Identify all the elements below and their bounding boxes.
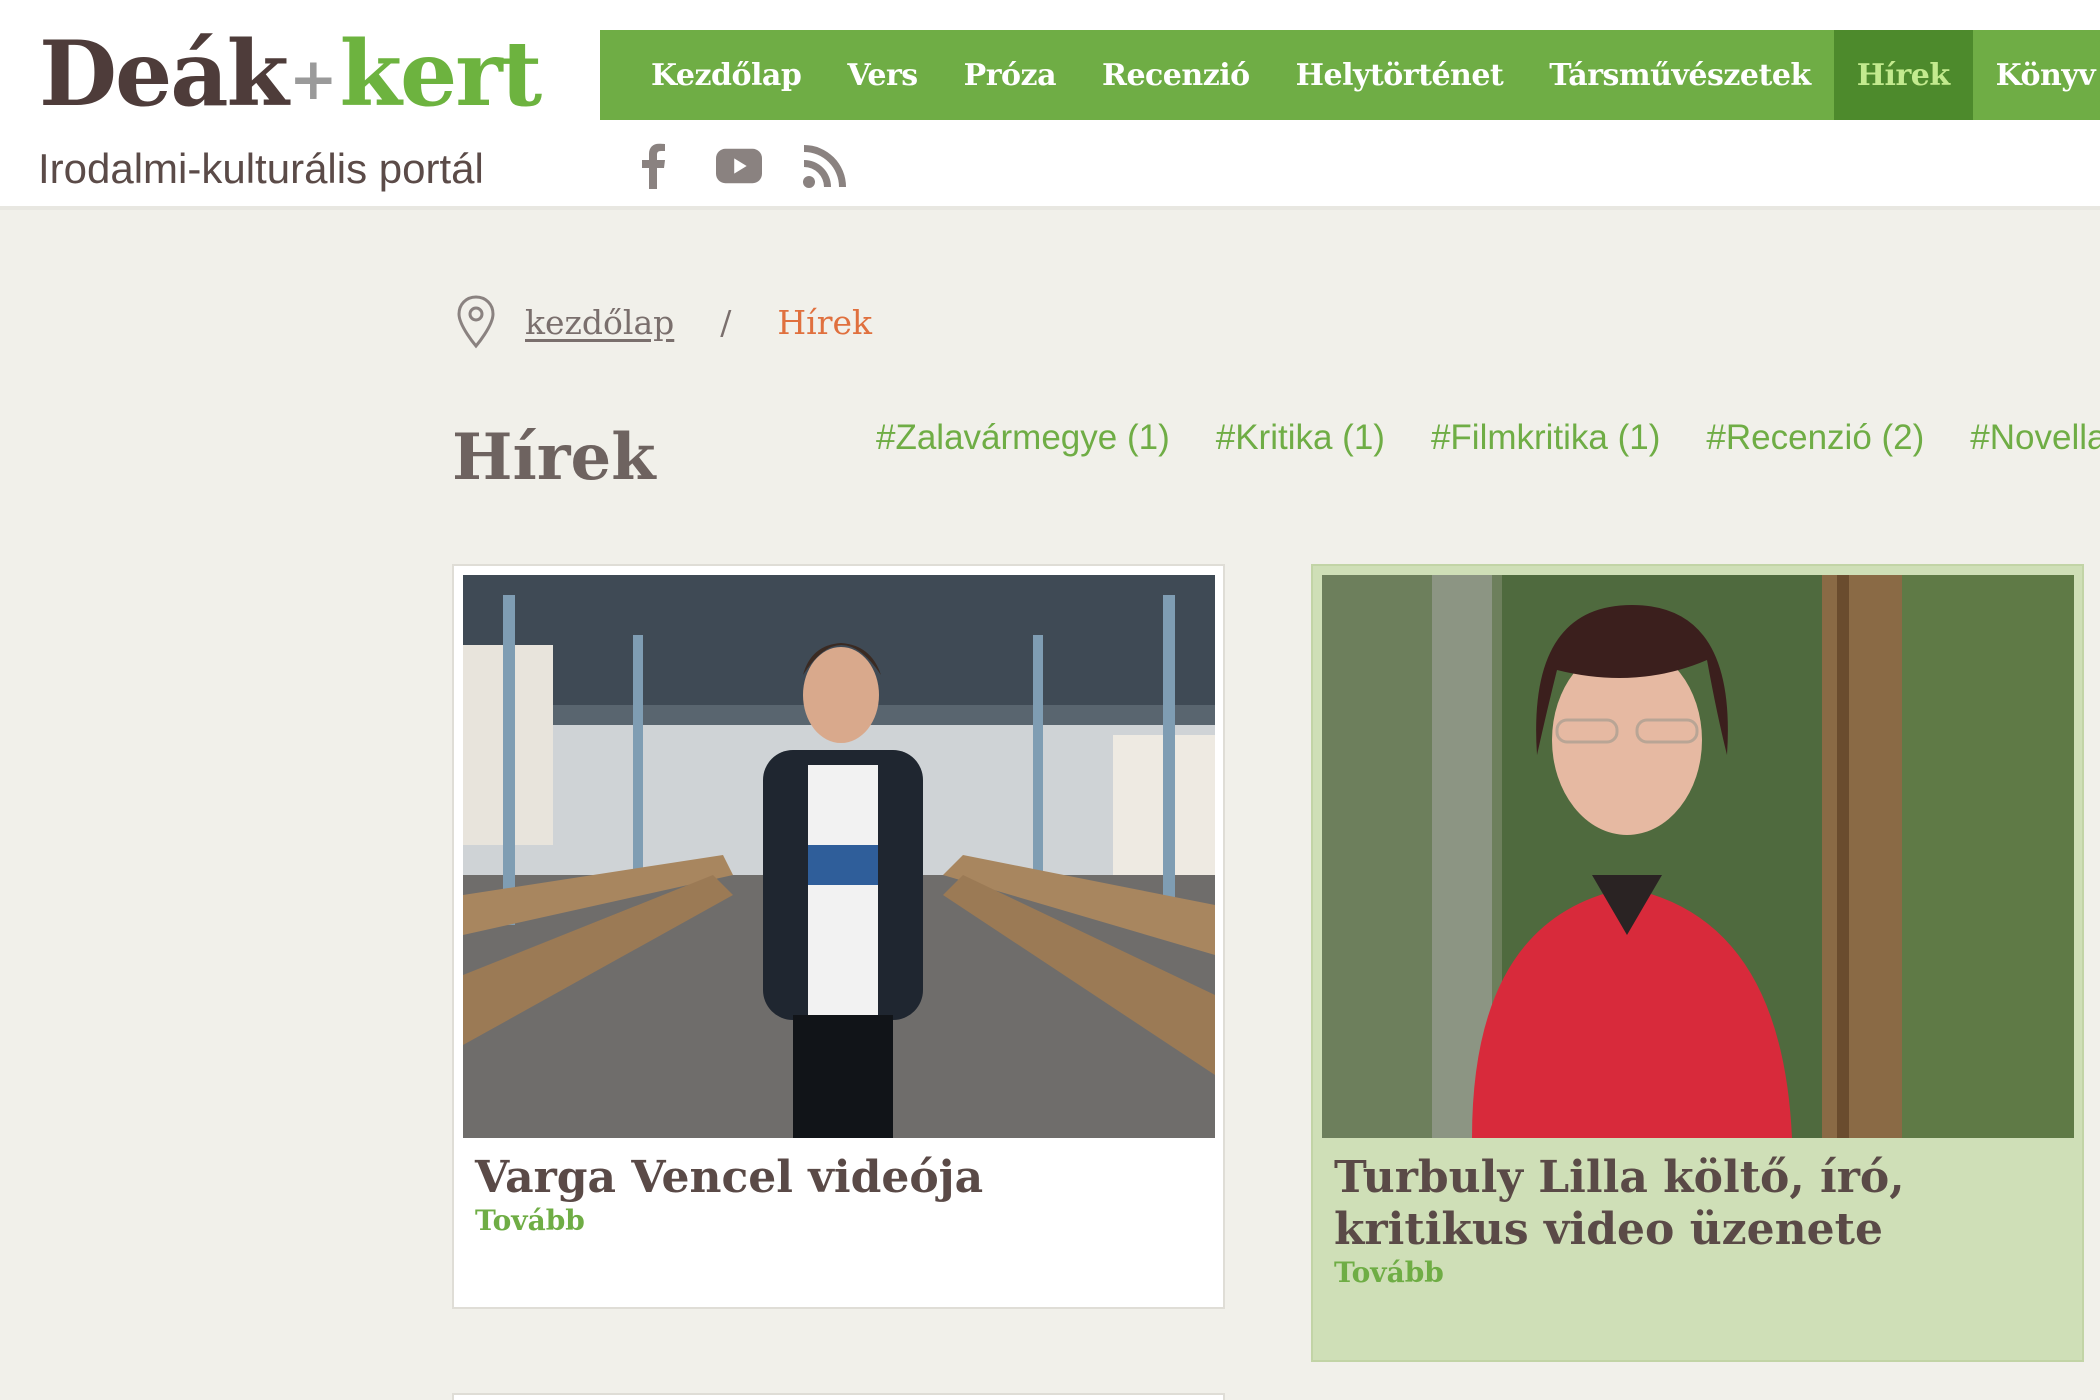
card-photo-woman-red-sweater[interactable] (1322, 575, 2074, 1138)
youtube-icon[interactable] (716, 143, 762, 189)
breadcrumb-current: Hírek (777, 302, 873, 342)
site-logo[interactable]: Deák+kert (39, 21, 543, 127)
main-nav: Kezdőlap Vers Próza Recenzió Helytörténe… (600, 30, 2100, 120)
nav-item-hirek[interactable]: Hírek (1833, 30, 1973, 120)
page-title: Hírek (452, 420, 656, 495)
rss-icon[interactable] (802, 143, 848, 189)
nav-item-konyv[interactable]: Könyv (1973, 30, 2100, 120)
nav-item-proza[interactable]: Próza (941, 30, 1079, 120)
nav-item-helytortenet[interactable]: Helytörténet (1273, 30, 1527, 120)
card-photo-young-man-market[interactable] (463, 575, 1215, 1138)
card-title[interactable]: Turbuly Lilla költő, író, kritikus video… (1334, 1152, 2054, 1256)
site-tagline: Irodalmi-kulturális portál (38, 145, 484, 192)
read-more-link[interactable]: Tovább (1334, 1256, 1444, 1289)
logo-text-kert: kert (339, 21, 543, 127)
tag-link[interactable]: #Novella (1970, 418, 2100, 458)
read-more-link[interactable]: Tovább (475, 1204, 585, 1237)
nav-item-vers[interactable]: Vers (824, 30, 940, 120)
logo-plus: + (288, 45, 338, 113)
social-links (630, 143, 848, 189)
nav-item-recenzio[interactable]: Recenzió (1079, 30, 1273, 120)
card-title[interactable]: Varga Vencel videója (475, 1152, 1195, 1204)
logo-text-deak: Deák (39, 21, 289, 127)
news-card-highlighted[interactable]: Turbuly Lilla költő, író, kritikus video… (1311, 564, 2084, 1362)
nav-item-tarsmuveszetek[interactable]: Társművészetek (1526, 30, 1833, 120)
tag-link[interactable]: #Filmkritika (1) (1431, 418, 1660, 458)
site-header: Deák+kert Irodalmi-kulturális portál Kez… (0, 0, 2100, 210)
breadcrumb-home-link[interactable]: kezdőlap (525, 303, 674, 342)
location-pin-icon (457, 295, 495, 349)
tag-list: #Zalavármegye (1) #Kritika (1) #Filmkrit… (876, 418, 2100, 458)
tag-link[interactable]: #Kritika (1) (1216, 418, 1385, 458)
next-card-edge (452, 1393, 1225, 1400)
tag-link[interactable]: #Recenzió (2) (1706, 418, 1924, 458)
news-card[interactable]: Varga Vencel videója Tovább (452, 564, 1225, 1309)
breadcrumb-separator: / (720, 302, 732, 342)
nav-item-kezdolap[interactable]: Kezdőlap (600, 30, 824, 120)
facebook-icon[interactable] (630, 143, 676, 189)
tag-link[interactable]: #Zalavármegye (1) (876, 418, 1170, 458)
breadcrumb: kezdőlap / Hírek (455, 292, 872, 352)
